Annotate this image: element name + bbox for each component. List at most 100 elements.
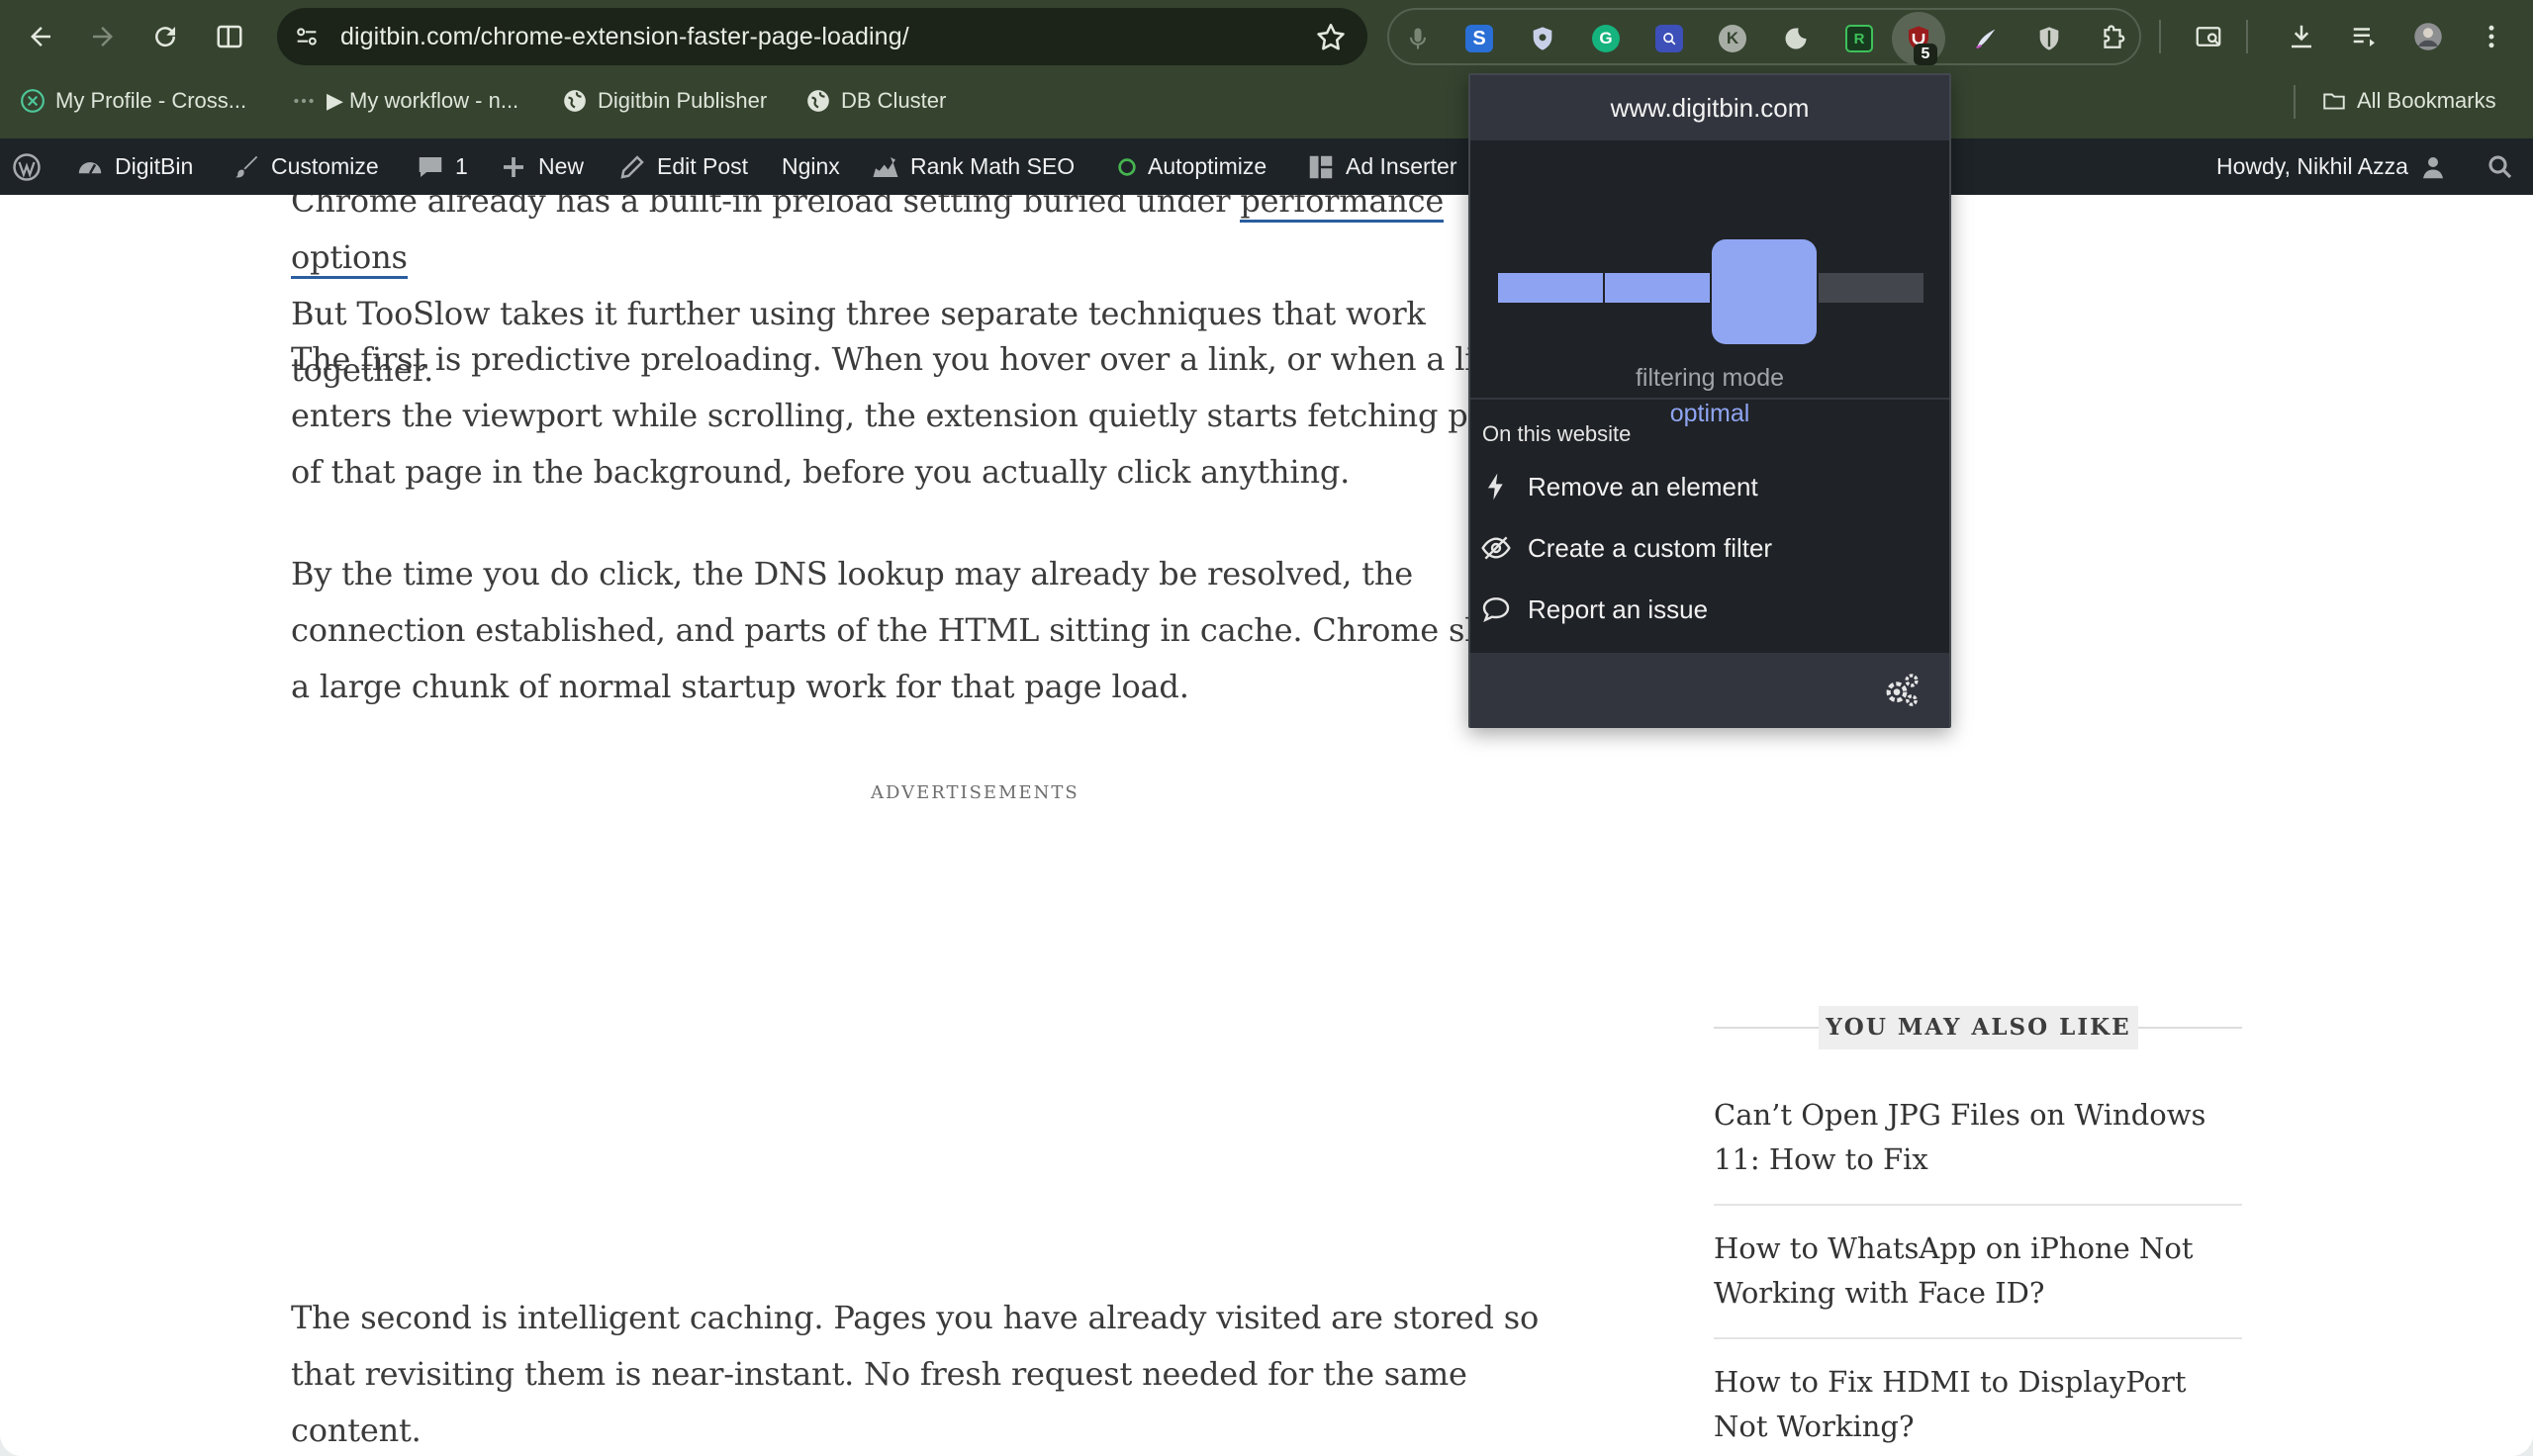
- toolbar-separator: [2246, 20, 2248, 53]
- divider: [1470, 398, 1949, 400]
- globe-icon: [564, 90, 586, 112]
- page-content: Chrome already has a built-in preload se…: [0, 195, 2533, 1456]
- shield-extension-icon[interactable]: [1528, 24, 1557, 53]
- chrome-menu-button[interactable]: [2470, 15, 2513, 58]
- brush-icon: [235, 155, 258, 177]
- downloads-button[interactable]: [2280, 15, 2323, 58]
- address-bar[interactable]: digitbin.com/chrome-extension-faster-pag…: [277, 8, 1367, 65]
- k-extension-icon[interactable]: K: [1718, 24, 1747, 53]
- globe-icon: [807, 90, 829, 112]
- related-post-link[interactable]: Can’t Open JPG Files on Windows 11: How …: [1714, 1093, 2242, 1182]
- bitwarden-icon[interactable]: [2034, 24, 2064, 53]
- reading-mode-icon: [2196, 27, 2221, 46]
- bookmark-item[interactable]: My Profile - Cross...: [20, 73, 246, 129]
- back-button[interactable]: [19, 15, 62, 58]
- bookmark-item[interactable]: ▶ My workflow - n...: [291, 73, 518, 129]
- divider: [1714, 1337, 2242, 1339]
- admin-ad-inserter[interactable]: Ad Inserter: [1306, 138, 1457, 195]
- grammarly-icon[interactable]: G: [1591, 24, 1621, 53]
- ublock-badge: 5: [1914, 44, 1937, 65]
- admin-account[interactable]: Howdy, Nikhil Azza: [2216, 138, 2448, 195]
- related-post-link[interactable]: How to WhatsApp on iPhone Not Working wi…: [1714, 1227, 2242, 1316]
- slider-segment[interactable]: [1819, 273, 1923, 303]
- reload-icon: [155, 27, 176, 47]
- status-circle-icon: [1118, 157, 1136, 176]
- bookmarks-bar: My Profile - Cross... ▶ My workflow - n.…: [0, 73, 2533, 138]
- pen-extension-icon[interactable]: [1971, 24, 2001, 53]
- admin-search[interactable]: [2486, 138, 2515, 195]
- wp-admin-bar: DigitBin Customize 1 New Edit Post Nginx…: [0, 138, 2533, 195]
- report-issue-button[interactable]: Report an issue: [1480, 584, 1945, 635]
- rank-math-icon: [873, 156, 898, 177]
- all-bookmarks-button[interactable]: All Bookmarks: [2321, 73, 2496, 129]
- admin-edit-post[interactable]: Edit Post: [617, 138, 748, 195]
- popup-hostname: www.digitbin.com: [1470, 75, 1949, 140]
- slider-segment[interactable]: [1498, 273, 1603, 303]
- admin-site-name[interactable]: DigitBin: [75, 138, 193, 195]
- article-paragraph: By the time you do click, the DNS lookup…: [291, 555, 1530, 705]
- side-panel-icon: [217, 25, 242, 48]
- playlist-icon: [2353, 28, 2375, 46]
- related-post-link[interactable]: How to Fix HDMI to DisplayPort Not Worki…: [1714, 1360, 2242, 1449]
- advertisements-label: ADVERTISEMENTS: [871, 782, 1079, 803]
- admin-new[interactable]: New: [499, 138, 584, 195]
- puzzle-icon[interactable]: [2098, 24, 2127, 53]
- admin-comments[interactable]: 1: [416, 138, 468, 195]
- remove-element-button[interactable]: Remove an element: [1480, 461, 1945, 512]
- search-icon: [2488, 154, 2512, 178]
- r-extension-icon[interactable]: R: [1844, 24, 1874, 53]
- ad-grid-icon: [1309, 155, 1333, 178]
- pencil-icon: [620, 154, 644, 179]
- wordpress-icon: [13, 152, 41, 181]
- popup-footer: [1470, 653, 1949, 728]
- arrow-left-icon: [31, 27, 50, 46]
- section-title: On this website: [1482, 421, 1632, 446]
- slider-knob[interactable]: [1711, 239, 1817, 344]
- reading-mode-button[interactable]: [2187, 15, 2230, 58]
- darkmode-extension-icon[interactable]: [1781, 24, 1811, 53]
- admin-customize[interactable]: Customize: [232, 138, 379, 195]
- plus-icon: [504, 156, 523, 177]
- bookmarks-separator: [2294, 85, 2296, 119]
- side-panel-button[interactable]: [208, 15, 251, 58]
- lightning-icon: [1488, 473, 1503, 500]
- bookmark-item[interactable]: DB Cluster: [805, 73, 946, 129]
- site-info-icon[interactable]: [287, 17, 327, 56]
- arrow-right-icon: [93, 27, 113, 46]
- profile-avatar[interactable]: [2406, 15, 2450, 58]
- browser-toolbar: digitbin.com/chrome-extension-faster-pag…: [0, 0, 2533, 73]
- sidebar-title: YOU MAY ALSO LIKE: [1819, 1006, 2138, 1049]
- ublock-popup: www.digitbin.com filtering mode optimal …: [1468, 73, 1951, 728]
- gears-icon[interactable]: [1882, 671, 1922, 710]
- admin-rank-math[interactable]: Rank Math SEO: [871, 138, 1075, 195]
- download-icon: [2292, 25, 2311, 48]
- bookmark-star-icon[interactable]: [1314, 21, 1348, 54]
- slider-segment[interactable]: [1605, 273, 1710, 303]
- create-custom-filter-button[interactable]: Create a custom filter: [1480, 522, 1945, 574]
- avatar-icon: [2414, 23, 2442, 50]
- divider: [1714, 1204, 2242, 1206]
- article-paragraph: The second is intelligent caching. Pages…: [291, 1299, 1540, 1449]
- url-text[interactable]: digitbin.com/chrome-extension-faster-pag…: [340, 8, 909, 65]
- admin-nginx[interactable]: Nginx: [782, 138, 840, 195]
- article-paragraph: The first is predictive preloading. When…: [291, 340, 1531, 491]
- comment-icon: [419, 156, 442, 177]
- eye-slash-icon: [1481, 536, 1511, 560]
- search-extension-icon[interactable]: [1654, 24, 1684, 53]
- microphone-icon[interactable]: [1403, 24, 1433, 53]
- toolbar-separator: [2159, 20, 2161, 53]
- admin-autoptimize[interactable]: Autoptimize: [1116, 138, 1266, 195]
- wordpress-logo-button[interactable]: [12, 138, 42, 195]
- workflow-favicon-icon: [294, 98, 314, 104]
- reload-button[interactable]: [143, 15, 187, 58]
- filtering-mode-slider[interactable]: filtering mode optimal: [1470, 140, 1949, 427]
- speech-bubble-icon: [1482, 597, 1510, 622]
- bookmark-item[interactable]: Digitbin Publisher: [562, 73, 767, 129]
- media-controls-button[interactable]: [2343, 15, 2387, 58]
- filtering-mode-label: filtering mode: [1635, 364, 1785, 392]
- s-extension-icon[interactable]: S: [1464, 24, 1494, 53]
- extensions-group: S G K R 5: [1387, 8, 2141, 65]
- forward-button[interactable]: [81, 15, 125, 58]
- kebab-menu-icon: [2488, 25, 2494, 48]
- cross-favicon-icon: [21, 89, 45, 113]
